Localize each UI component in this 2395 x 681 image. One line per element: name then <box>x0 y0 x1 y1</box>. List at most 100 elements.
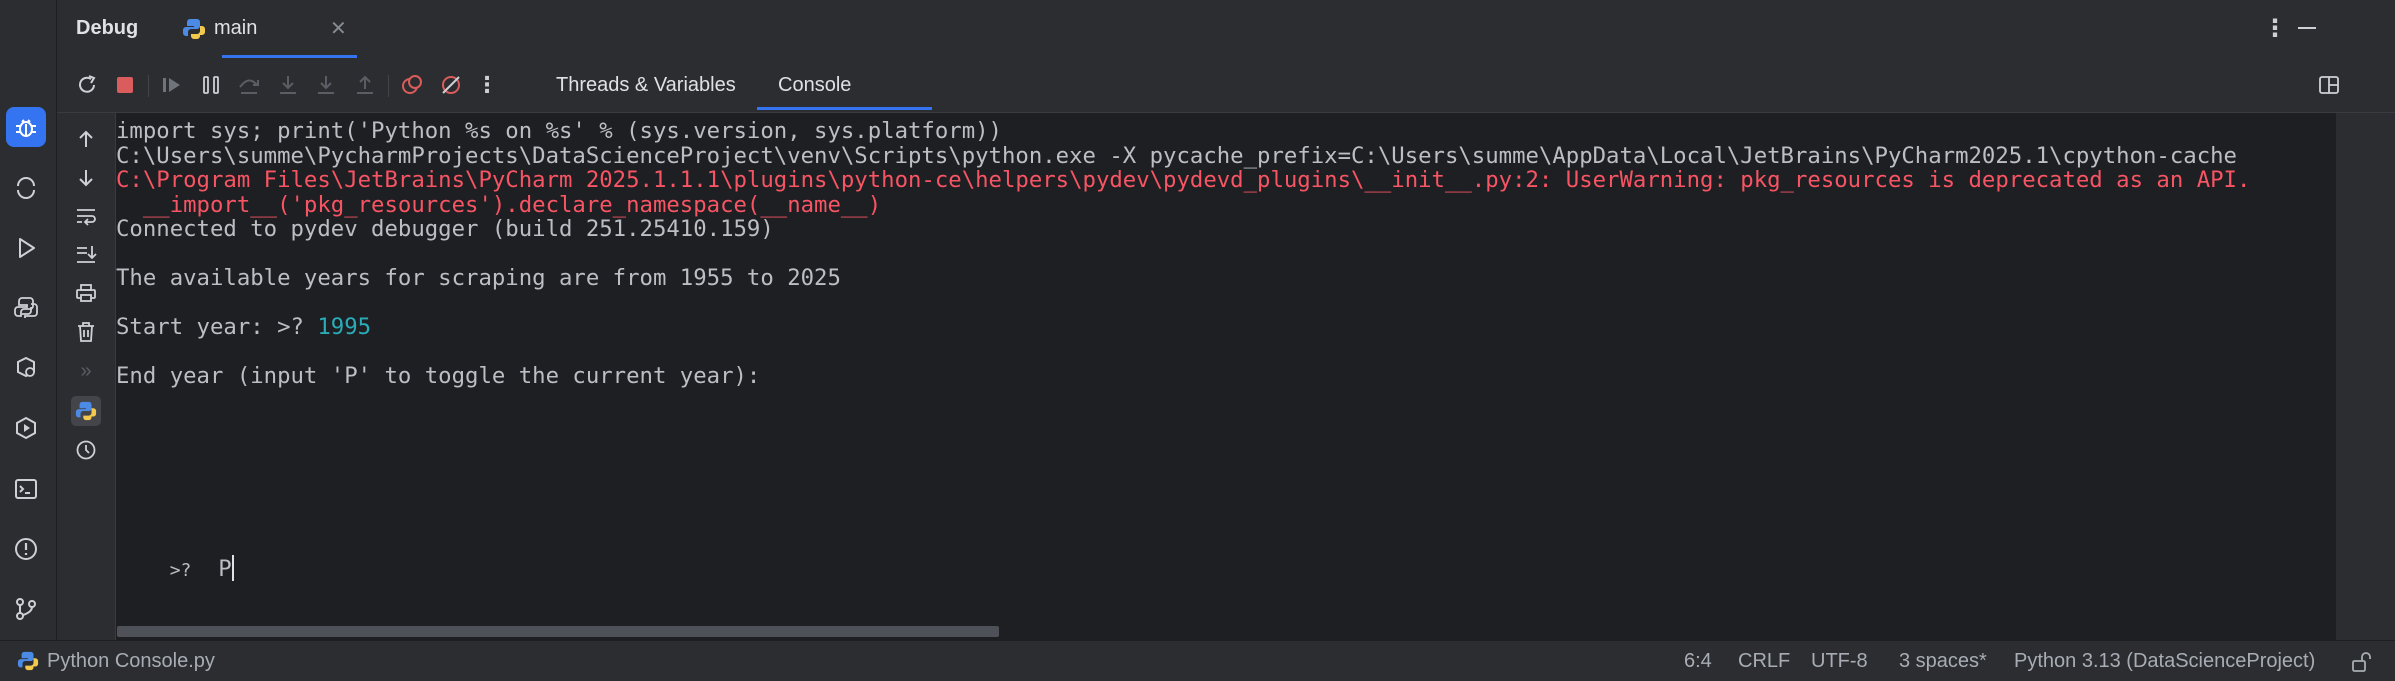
console-line-text: The available years for scraping are fro… <box>116 265 841 291</box>
console-output-line: Start year: >? 1995 <box>116 314 371 340</box>
close-tab-icon[interactable]: ✕ <box>330 16 347 41</box>
scroll-to-end-icon <box>77 246 97 263</box>
settings-gear-icon <box>17 356 35 378</box>
status-line-ending[interactable]: CRLF <box>1738 650 1790 673</box>
tab-console[interactable]: Console <box>778 74 851 97</box>
console-output-line: Connected to pydev debugger (build 251.2… <box>116 216 774 242</box>
console-error-line: C:\Program Files\JetBrains\PyCharm 2025.… <box>116 167 2250 193</box>
toolbar-divider <box>148 75 149 97</box>
console-input-line[interactable]: >? P <box>116 529 234 608</box>
python-console-button[interactable] <box>6 348 46 388</box>
step-into-button[interactable] <box>273 70 303 100</box>
step-into-my-code-icon <box>318 76 334 94</box>
status-file-name[interactable]: Python Console.py <box>47 650 215 673</box>
scroll-down-button[interactable] <box>71 163 101 193</box>
arrow-down-icon <box>79 170 93 187</box>
debug-panel-title: Debug <box>76 17 139 39</box>
services-tool-button[interactable] <box>6 168 46 208</box>
terminal-icon <box>15 479 37 499</box>
console-output-line: C:\Users\summe\PycharmProjects\DataScien… <box>116 143 2237 169</box>
terminal-tool-button[interactable] <box>6 469 46 509</box>
clear-all-button[interactable] <box>71 317 101 347</box>
bug-icon <box>16 119 36 137</box>
clock-icon <box>76 440 96 460</box>
console-line-text: Start year: >? <box>116 314 318 340</box>
run-tab-main[interactable]: main ✕ <box>182 16 382 44</box>
layout-settings-button[interactable] <box>2314 70 2344 100</box>
debug-toolbar: ⋮ Threads & Variables Console <box>57 58 2395 113</box>
unlock-icon[interactable] <box>2350 651 2372 673</box>
resume-icon <box>163 78 180 92</box>
console-output-line: The available years for scraping are fro… <box>116 265 841 291</box>
console-line-text: Connected to pydev debugger (build 251.2… <box>116 216 774 242</box>
expand-more-icon[interactable]: » <box>71 356 101 386</box>
python-packages-button[interactable] <box>6 288 46 328</box>
text-caret <box>231 555 234 581</box>
console-line-text: import sys; print('Python %s on %s' % (s… <box>116 118 1002 144</box>
rerun-button[interactable] <box>72 70 102 100</box>
python-icon <box>14 297 38 318</box>
play-hex-icon <box>16 416 36 440</box>
stop-button[interactable] <box>110 70 140 100</box>
console-input-value[interactable]: P <box>218 556 231 582</box>
toolbar-divider <box>388 75 389 97</box>
scroll-to-end-button[interactable] <box>71 239 101 269</box>
history-button[interactable] <box>71 435 101 465</box>
mute-breakpoints-icon <box>442 76 460 94</box>
console-output-line: End year (input 'P' to toggle the curren… <box>116 363 760 389</box>
console-output-line: import sys; print('Python %s on %s' % (s… <box>116 118 1002 144</box>
step-over-button[interactable] <box>234 70 264 100</box>
step-into-my-code-button[interactable] <box>311 70 341 100</box>
tab-threads-variables[interactable]: Threads & Variables <box>556 74 736 97</box>
view-breakpoints-button[interactable] <box>397 70 427 100</box>
run-icon <box>19 238 35 258</box>
right-gutter <box>2336 113 2395 640</box>
status-caret-position[interactable]: 6:4 <box>1684 650 1712 673</box>
step-into-icon <box>280 76 296 94</box>
active-tab-indicator <box>757 107 932 110</box>
problems-tool-button[interactable] <box>6 529 46 569</box>
soft-wrap-button[interactable] <box>71 201 101 231</box>
layout-icon <box>2319 76 2339 94</box>
arrow-up-icon <box>79 130 93 147</box>
refresh-cycle-icon <box>17 177 35 199</box>
horizontal-scrollbar[interactable] <box>117 626 999 637</box>
python-file-icon <box>183 19 205 39</box>
step-over-icon <box>239 79 259 94</box>
print-button[interactable] <box>71 278 101 308</box>
python-console-toggle[interactable] <box>71 396 101 426</box>
status-interpreter[interactable]: Python 3.13 (DataScienceProject) <box>2014 650 2315 673</box>
resume-button[interactable] <box>157 70 187 100</box>
scroll-up-button[interactable] <box>71 124 101 154</box>
step-out-button[interactable] <box>350 70 380 100</box>
soft-wrap-icon <box>77 209 96 226</box>
printer-icon <box>76 284 96 302</box>
more-options-icon[interactable]: ⋮ <box>2263 14 2287 43</box>
console-line-text: C:\Users\summe\PycharmProjects\DataScien… <box>116 142 2237 169</box>
console-output[interactable]: import sys; print('Python %s on %s' % (s… <box>116 113 2336 640</box>
mute-breakpoints-button[interactable] <box>436 70 466 100</box>
more-actions-icon[interactable]: ⋮ <box>472 70 502 100</box>
git-branch-icon <box>16 598 36 620</box>
endpoints-tool-button[interactable] <box>6 408 46 448</box>
breakpoints-icon <box>402 75 422 94</box>
console-line-text: C:\Program Files\JetBrains\PyCharm 2025.… <box>116 167 2251 193</box>
git-tool-button[interactable] <box>6 589 46 629</box>
tool-window-strip <box>0 0 57 654</box>
minimize-icon[interactable] <box>2298 27 2316 29</box>
status-encoding[interactable]: UTF-8 <box>1811 650 1868 673</box>
run-tab-label: main <box>214 17 258 39</box>
debug-tool-button[interactable] <box>6 107 46 147</box>
status-bar: Python Console.py 6:4 CRLF UTF-8 3 space… <box>0 640 2395 681</box>
pause-icon <box>203 76 219 94</box>
run-tool-button[interactable] <box>6 228 46 268</box>
debug-title-bar: Debug main ✕ ⋮ <box>57 0 2395 58</box>
console-line-text: __import__('pkg_resources').declare_name… <box>116 191 882 218</box>
rerun-icon <box>79 75 96 93</box>
pause-button[interactable] <box>196 70 226 100</box>
step-out-icon <box>357 75 373 94</box>
console-line-text: End year (input 'P' to toggle the curren… <box>116 363 761 389</box>
trash-icon <box>78 322 94 342</box>
input-prompt: >? <box>169 560 192 581</box>
status-indent[interactable]: 3 spaces* <box>1899 650 1987 673</box>
